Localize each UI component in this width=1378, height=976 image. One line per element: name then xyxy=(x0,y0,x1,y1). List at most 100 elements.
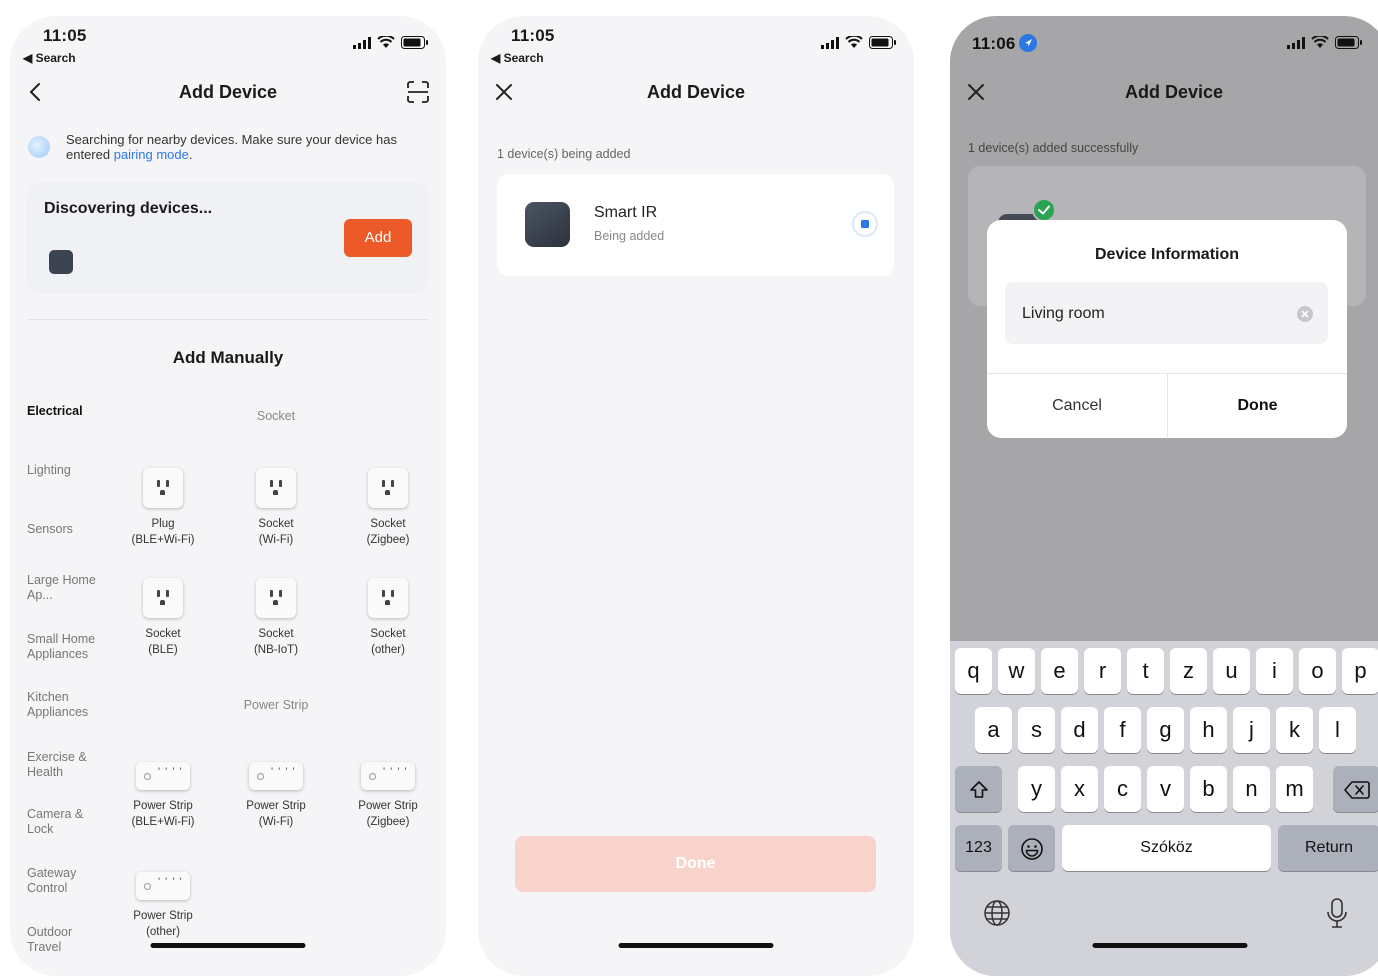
key-x[interactable]: x xyxy=(1061,766,1098,812)
tile-power-strip-ble-wifi[interactable]: Power Strip(BLE+Wi-Fi) xyxy=(108,762,218,830)
key-e[interactable]: e xyxy=(1041,648,1078,694)
microphone-icon[interactable] xyxy=(1326,897,1348,929)
key-l[interactable]: l xyxy=(1319,707,1356,753)
clear-input-icon[interactable] xyxy=(1297,306,1313,322)
tile-socket-wifi[interactable]: Socket (Wi-Fi) xyxy=(221,468,331,548)
system-icons xyxy=(353,36,428,49)
device-status: Being added xyxy=(594,229,665,243)
home-indicator[interactable] xyxy=(1092,943,1248,948)
dialog-title: Device Information xyxy=(1094,246,1240,263)
category-lighting[interactable]: Lighting xyxy=(27,463,117,478)
back-to-search-link[interactable]: ◀ Search xyxy=(23,51,76,65)
divider xyxy=(27,319,428,320)
cancel-button[interactable]: Cancel xyxy=(987,373,1167,438)
key-u[interactable]: u xyxy=(1213,648,1250,694)
backspace-icon xyxy=(1343,781,1370,799)
location-arrow-icon xyxy=(1018,34,1037,52)
key-d[interactable]: d xyxy=(1061,707,1098,753)
globe-icon[interactable] xyxy=(983,899,1011,927)
system-icons xyxy=(821,36,896,49)
key-q[interactable]: q xyxy=(955,648,992,694)
shift-key[interactable] xyxy=(955,766,1002,812)
add-manually-title: Add Manually xyxy=(172,348,284,367)
device-card[interactable]: Smart IR Being added xyxy=(497,174,894,276)
search-notice-suffix: . xyxy=(188,147,193,162)
key-w[interactable]: w xyxy=(998,648,1035,694)
power-strip-icon xyxy=(136,872,190,900)
tile-socket-other[interactable]: Socket (other) xyxy=(333,578,443,658)
system-icons xyxy=(1287,36,1362,49)
category-exercise-health[interactable]: Exercise & Health xyxy=(27,750,97,780)
category-small-home-appliances[interactable]: Small Home Appliances xyxy=(27,632,105,662)
status-time: 11:05 xyxy=(43,26,87,45)
discovering-title: Discovering devices... xyxy=(44,200,213,217)
tile-power-strip-zigbee[interactable]: Power Strip(Zigbee) xyxy=(333,762,443,830)
socket-icon xyxy=(368,468,408,508)
dialog-done-button[interactable]: Done xyxy=(1168,373,1347,438)
backspace-key[interactable] xyxy=(1333,766,1378,812)
searching-indicator-icon xyxy=(28,136,50,158)
home-indicator[interactable] xyxy=(618,943,774,948)
return-key[interactable]: Return xyxy=(1278,825,1378,871)
smart-ir-device-icon xyxy=(525,202,570,247)
socket-icon xyxy=(368,578,408,618)
shift-arrow-icon xyxy=(969,781,988,798)
done-button[interactable]: Done xyxy=(515,836,876,892)
key-v[interactable]: v xyxy=(1147,766,1184,812)
category-electrical[interactable]: Electrical xyxy=(27,404,117,419)
numbers-key[interactable]: 123 xyxy=(955,825,1002,871)
tile-power-strip-wifi[interactable]: Power Strip(Wi-Fi) xyxy=(221,762,331,830)
key-h[interactable]: h xyxy=(1190,707,1227,753)
key-n[interactable]: n xyxy=(1233,766,1270,812)
key-p[interactable]: p xyxy=(1342,648,1378,694)
signal-icon xyxy=(353,36,371,49)
wifi-icon xyxy=(1311,36,1329,48)
section-power-strip: Power Strip xyxy=(243,698,309,712)
section-socket: Socket xyxy=(256,409,296,423)
space-key[interactable]: Szóköz xyxy=(1062,825,1271,871)
status-time: 11:05 xyxy=(511,26,555,45)
tile-power-strip-other[interactable]: Power Strip(other) xyxy=(108,872,218,940)
key-z[interactable]: z xyxy=(1170,648,1207,694)
status-bar: 11:05 ◀ Search xyxy=(478,16,914,66)
key-g[interactable]: g xyxy=(1147,707,1184,753)
key-b[interactable]: b xyxy=(1190,766,1227,812)
key-j[interactable]: j xyxy=(1233,707,1270,753)
devices-added-label: 1 device(s) added successfully xyxy=(968,141,1139,155)
key-t[interactable]: t xyxy=(1127,648,1164,694)
navbar: Add Device xyxy=(10,74,446,110)
device-name: Smart IR xyxy=(594,204,658,221)
battery-icon xyxy=(1335,36,1362,49)
page-title: Add Device xyxy=(178,82,278,102)
socket-icon xyxy=(143,468,183,508)
category-sensors[interactable]: Sensors xyxy=(27,522,117,537)
category-kitchen-appliances[interactable]: Kitchen Appliances xyxy=(27,690,105,720)
key-c[interactable]: c xyxy=(1104,766,1141,812)
device-information-dialog: Device Information Living room Cancel Do… xyxy=(987,220,1347,438)
tile-socket-zigbee[interactable]: Socket (Zigbee) xyxy=(333,468,443,548)
phone-screen-add-device-search: 11:05 ◀ Search Add Device Searching for … xyxy=(10,16,446,976)
tile-socket-ble[interactable]: Socket (BLE) xyxy=(108,578,218,658)
category-camera-lock[interactable]: Camera & Lock xyxy=(27,807,87,837)
key-r[interactable]: r xyxy=(1084,648,1121,694)
tile-plug-ble-wifi[interactable]: Plug (BLE+Wi-Fi) xyxy=(108,468,218,548)
key-a[interactable]: a xyxy=(975,707,1012,753)
scan-icon[interactable] xyxy=(406,80,430,104)
key-y[interactable]: y xyxy=(1018,766,1055,812)
back-to-search-link[interactable]: ◀ Search xyxy=(491,51,544,65)
key-s[interactable]: s xyxy=(1018,707,1055,753)
category-gateway-control[interactable]: Gateway Control xyxy=(27,866,87,896)
tile-socket-nb-iot[interactable]: Socket (NB-IoT) xyxy=(221,578,331,658)
pairing-mode-link[interactable]: pairing mode xyxy=(114,147,189,162)
room-name-input[interactable]: Living room xyxy=(1005,282,1328,344)
key-m[interactable]: m xyxy=(1276,766,1313,812)
battery-icon xyxy=(401,36,428,49)
key-o[interactable]: o xyxy=(1299,648,1336,694)
key-i[interactable]: i xyxy=(1256,648,1293,694)
key-k[interactable]: k xyxy=(1276,707,1313,753)
home-indicator[interactable] xyxy=(150,943,306,948)
add-device-button[interactable]: Add xyxy=(344,219,412,257)
category-large-home-appliances[interactable]: Large Home Ap... xyxy=(27,573,97,603)
emoji-key[interactable] xyxy=(1008,825,1055,871)
key-f[interactable]: f xyxy=(1104,707,1141,753)
